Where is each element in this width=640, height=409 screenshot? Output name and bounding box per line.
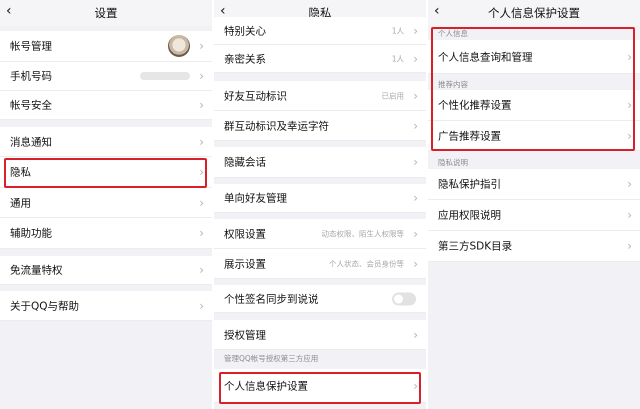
row-label: 亲密关系 (224, 53, 266, 65)
row-label: 帐号管理 (10, 40, 52, 53)
section-caption-recommended: 推荐内容 (438, 80, 468, 89)
chevron-right-icon: › (199, 69, 204, 83)
info-protection-screen: ‹ 个人信息保护设置 个人信息 个人信息查询和管理 › 推荐内容 个性化推荐设置… (428, 0, 640, 409)
chevron-right-icon: › (413, 327, 418, 342)
row-label: 个人信息保护设置 (224, 380, 308, 392)
chevron-right-icon: › (627, 239, 632, 253)
row-value: 1人 (391, 54, 404, 63)
privacy-item-friend-interaction[interactable]: 好友互动标识 已启用 › (214, 81, 426, 111)
signature-sync-toggle[interactable] (392, 292, 416, 305)
avatar (168, 35, 190, 57)
chevron-right-icon: › (199, 298, 204, 313)
settings-item-free-data[interactable]: 免流量特权 › (0, 256, 212, 285)
chevron-right-icon: › (627, 49, 632, 64)
item-privacy-guide[interactable]: 隐私保护指引 › (428, 169, 640, 200)
privacy-item-group-interaction[interactable]: 群互动标识及幸运字符 › (214, 111, 426, 141)
chevron-right-icon: › (199, 195, 204, 210)
row-label: 个性化推荐设置 (438, 99, 512, 112)
chevron-right-icon: › (627, 98, 632, 112)
section-caption-personal-info: 个人信息 (438, 29, 468, 38)
chevron-right-icon: › (199, 134, 204, 149)
row-label: 单向好友管理 (224, 192, 287, 205)
privacy-item-one-way-friends[interactable]: 单向好友管理 › (214, 184, 426, 213)
privacy-item-permission-settings[interactable]: 权限设置 动态权限、陌生人权限等 › (214, 219, 426, 249)
row-label: 隐私 (10, 166, 31, 179)
row-label: 应用权限说明 (438, 209, 501, 222)
section-caption-privacy-notes: 隐私说明 (438, 158, 468, 167)
chevron-right-icon: › (199, 165, 204, 179)
chevron-right-icon: › (199, 226, 204, 240)
authorization-caption: 管理QQ帐号授权第三方应用 (224, 354, 319, 363)
settings-item-notifications[interactable]: 消息通知 › (0, 127, 212, 157)
chevron-right-icon: › (627, 208, 632, 222)
chevron-right-icon: › (199, 39, 204, 53)
settings-screen: ‹ 设置 帐号管理 › 手机号码 › 帐号安全 › 消息通知 › 隐私 › 通用… (0, 0, 212, 409)
row-label: 群互动标识及幸运字符 (224, 120, 329, 132)
chevron-right-icon: › (413, 51, 418, 66)
row-label: 个性签名同步到说说 (224, 293, 319, 305)
blurred-phone-value (140, 72, 190, 80)
row-label: 广告推荐设置 (438, 130, 501, 142)
row-value: 个人状态、会员身份等 (329, 259, 404, 268)
privacy-screen: ‹ 隐私 特别关心 1人 › 亲密关系 1人 › 好友互动标识 已启用 › 群互… (214, 0, 426, 409)
row-label: 通用 (10, 197, 31, 209)
item-third-party-sdk[interactable]: 第三方SDK目录 › (428, 231, 640, 262)
chevron-right-icon: › (627, 177, 632, 191)
row-label: 展示设置 (224, 258, 266, 270)
item-app-permissions[interactable]: 应用权限说明 › (428, 200, 640, 231)
privacy-item-info-protection[interactable]: 个人信息保护设置 › (214, 369, 426, 403)
chevron-right-icon: › (413, 191, 418, 205)
chevron-right-icon: › (199, 98, 204, 112)
item-ad-recommendation[interactable]: 广告推荐设置 › (428, 121, 640, 151)
row-label: 关于QQ与帮助 (10, 300, 80, 312)
chevron-right-icon: › (413, 226, 418, 241)
privacy-item-authorization[interactable]: 授权管理 › (214, 320, 426, 350)
privacy-item-intimate-relations[interactable]: 亲密关系 1人 › (214, 45, 426, 73)
privacy-item-signature-sync[interactable]: 个性签名同步到说说 (214, 285, 426, 313)
row-label: 第三方SDK目录 (438, 240, 513, 253)
privacy-item-display-settings[interactable]: 展示设置 个人状态、会员身份等 › (214, 249, 426, 279)
item-personalized-recommendation[interactable]: 个性化推荐设置 › (428, 90, 640, 121)
row-label: 好友互动标识 (224, 90, 287, 102)
row-value: 已启用 (381, 91, 405, 100)
chevron-right-icon: › (413, 23, 418, 38)
privacy-item-hidden-chats[interactable]: 隐藏会话 › (214, 147, 426, 178)
chevron-right-icon: › (627, 128, 632, 143)
screenshot-triptych: ‹ 设置 帐号管理 › 手机号码 › 帐号安全 › 消息通知 › 隐私 › 通用… (0, 0, 640, 409)
settings-item-privacy[interactable]: 隐私 › (0, 157, 212, 188)
page-title: 设置 (94, 6, 118, 20)
row-value: 动态权限、陌生人权限等 (321, 229, 405, 238)
row-label: 帐号安全 (10, 99, 52, 112)
settings-item-account-management[interactable]: 帐号管理 › (0, 31, 212, 62)
row-label: 手机号码 (10, 70, 52, 83)
privacy-item-special-care[interactable]: 特别关心 1人 › (214, 17, 426, 45)
page-title: 个人信息保护设置 (488, 6, 580, 20)
settings-item-account-security[interactable]: 帐号安全 › (0, 91, 212, 120)
row-label: 授权管理 (224, 329, 266, 341)
row-label: 隐藏会话 (224, 156, 266, 169)
chevron-right-icon: › (413, 88, 418, 103)
chevron-right-icon: › (413, 155, 418, 169)
chevron-right-icon: › (413, 256, 418, 271)
row-label: 权限设置 (224, 228, 266, 240)
row-label: 免流量特权 (10, 264, 63, 277)
row-value: 1人 (391, 26, 404, 35)
row-label: 隐私保护指引 (438, 178, 501, 191)
chevron-right-icon: › (413, 118, 418, 133)
settings-item-general[interactable]: 通用 › (0, 188, 212, 218)
settings-nav-bar: ‹ 设置 (0, 0, 212, 26)
item-personal-info-query[interactable]: 个人信息查询和管理 › (428, 40, 640, 74)
settings-item-accessibility[interactable]: 辅助功能 › (0, 218, 212, 249)
row-label: 特别关心 (224, 25, 266, 37)
info-protection-nav-bar: ‹ 个人信息保护设置 (428, 0, 640, 26)
row-label: 消息通知 (10, 136, 52, 148)
settings-item-phone-number[interactable]: 手机号码 › (0, 62, 212, 91)
settings-item-about-help[interactable]: 关于QQ与帮助 › (0, 291, 212, 321)
row-label: 个人信息查询和管理 (438, 51, 533, 63)
chevron-right-icon: › (199, 263, 204, 277)
row-label: 辅助功能 (10, 227, 52, 240)
chevron-right-icon: › (413, 378, 418, 393)
